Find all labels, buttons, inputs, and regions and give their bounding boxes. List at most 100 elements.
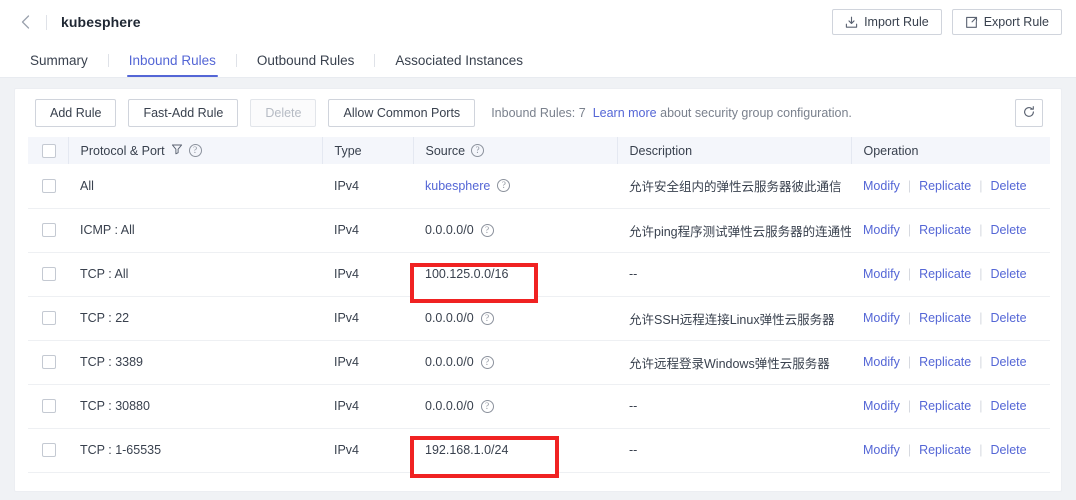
question-circle-icon[interactable]: ? [480,223,494,237]
tab-divider [107,54,109,67]
operation-separator: | [979,399,983,413]
source-value: 0.0.0.0/0 [425,223,474,237]
row-select-cell [28,296,68,341]
cell-description: 允许ping程序测试弹性云服务器的连通性 [617,208,851,253]
column-label-source: Source [425,143,466,158]
tab-associated-instances-label: Associated Instances [395,53,523,68]
question-circle-icon[interactable]: ? [497,179,511,193]
table-head: Protocol & Port ? Type Source ? Descript… [28,137,1050,164]
fast-add-rule-button[interactable]: Fast-Add Rule [128,99,239,127]
operation-separator: | [907,443,912,457]
operation-delete-link[interactable]: Delete [990,179,1026,193]
operation-modify-link[interactable]: Modify [863,179,900,193]
operation-modify-link[interactable]: Modify [863,443,900,457]
cell-description: 允许远程登录Windows弹性云服务器 [617,340,851,385]
row-checkbox[interactable] [42,223,56,238]
cell-operation: Modify | Replicate | Delete [851,384,1050,429]
column-label-protocol-port: Protocol & Port [80,143,165,158]
operation-replicate-link[interactable]: Replicate [919,311,971,325]
add-rule-button[interactable]: Add Rule [35,99,117,127]
operation-separator: | [979,355,983,369]
operation-delete-link[interactable]: Delete [990,267,1026,281]
cell-type: IPv4 [322,384,413,429]
cell-description: 允许SSH远程连接Linux弹性云服务器 [617,296,851,341]
operation-replicate-link[interactable]: Replicate [919,443,971,457]
row-checkbox[interactable] [42,355,56,370]
cell-operation: Modify | Replicate | Delete [851,164,1050,209]
row-checkbox[interactable] [42,399,56,414]
cell-source: kubesphere? [413,164,617,209]
import-rule-button[interactable]: Import Rule [832,9,942,35]
operation-replicate-link[interactable]: Replicate [919,399,971,413]
tab-inbound-rules[interactable]: Inbound Rules [115,44,230,77]
operation-separator: | [979,267,983,281]
tab-associated-instances[interactable]: Associated Instances [381,44,537,77]
operation-modify-link[interactable]: Modify [863,223,900,237]
cell-operation: Modify | Replicate | Delete [851,428,1050,473]
operation-separator: | [907,399,912,413]
tab-outbound-rules[interactable]: Outbound Rules [243,44,369,77]
tabs-list: Summary Inbound Rules Outbound Rules Ass… [16,44,537,77]
row-select-cell [28,252,68,297]
tab-summary[interactable]: Summary [16,44,102,77]
operation-delete-link[interactable]: Delete [990,223,1026,237]
operation-replicate-link[interactable]: Replicate [919,355,971,369]
operation-replicate-link[interactable]: Replicate [919,267,971,281]
filter-icon[interactable] [171,143,183,158]
cell-protocol-port: TCP : 22 [68,296,322,341]
operation-replicate-link[interactable]: Replicate [919,179,971,193]
question-circle-icon[interactable]: ? [480,399,494,413]
refresh-button[interactable] [1015,99,1043,127]
cell-operation: Modify | Replicate | Delete [851,252,1050,297]
export-rule-button[interactable]: Export Rule [951,9,1062,35]
tab-divider [374,54,376,67]
table-row: TCP : 30880 IPv4 0.0.0.0/0? -- Modify | Replic… [28,384,1050,429]
row-select-cell [28,384,68,429]
source-value[interactable]: kubesphere [425,179,490,193]
row-select-cell [28,428,68,473]
row-checkbox[interactable] [42,311,56,326]
learn-more-link[interactable]: Learn more [593,106,657,120]
tab-summary-label: Summary [30,53,88,68]
chevron-left-icon[interactable] [16,13,34,31]
top-bar: kubesphere Import Rule Export Rule [0,0,1076,44]
operation-modify-link[interactable]: Modify [863,355,900,369]
cell-source: 0.0.0.0/0? [413,208,617,253]
table-row: All IPv4 kubesphere? 允许安全组内的弹性云服务器彼此通信 Modif… [28,164,1050,209]
select-all-checkbox[interactable] [42,143,56,158]
tab-bar: Summary Inbound Rules Outbound Rules Ass… [0,44,1076,78]
cell-protocol-port: All [68,164,322,209]
operation-separator: | [979,311,983,325]
operation-modify-link[interactable]: Modify [863,399,900,413]
operation-separator: | [907,267,912,281]
row-checkbox[interactable] [42,179,56,194]
row-checkbox[interactable] [42,443,56,458]
page-title: kubesphere [61,14,141,30]
question-circle-icon[interactable]: ? [480,311,494,325]
table-row: TCP : 3389 IPv4 0.0.0.0/0? 允许远程登录Windows弹性云… [28,340,1050,385]
source-value: 0.0.0.0/0 [425,355,474,369]
operation-delete-link[interactable]: Delete [990,399,1026,413]
cell-type: IPv4 [322,252,413,297]
cell-protocol-port: ICMP : All [68,208,322,253]
operation-separator: | [907,355,912,369]
cell-description: 允许安全组内的弹性云服务器彼此通信 [617,164,851,209]
export-rule-label: Export Rule [983,15,1049,29]
operation-delete-link[interactable]: Delete [990,443,1026,457]
operation-modify-link[interactable]: Modify [863,311,900,325]
allow-common-ports-button[interactable]: Allow Common Ports [328,99,476,127]
operation-separator: | [979,178,983,193]
question-circle-icon[interactable]: ? [480,355,494,369]
header-divider [46,14,47,30]
question-circle-icon[interactable]: ? [471,144,485,157]
delete-button[interactable]: Delete [250,99,317,127]
refresh-icon [1022,105,1036,122]
operation-delete-link[interactable]: Delete [990,311,1026,325]
table-row: TCP : 22 IPv4 0.0.0.0/0? 允许SSH远程连接Linux弹性云服… [28,296,1050,341]
question-circle-icon[interactable]: ? [188,144,202,157]
operation-delete-link[interactable]: Delete [990,355,1026,369]
row-select-cell [28,164,68,209]
row-checkbox[interactable] [42,267,56,282]
operation-replicate-link[interactable]: Replicate [919,223,971,237]
operation-modify-link[interactable]: Modify [863,267,900,281]
